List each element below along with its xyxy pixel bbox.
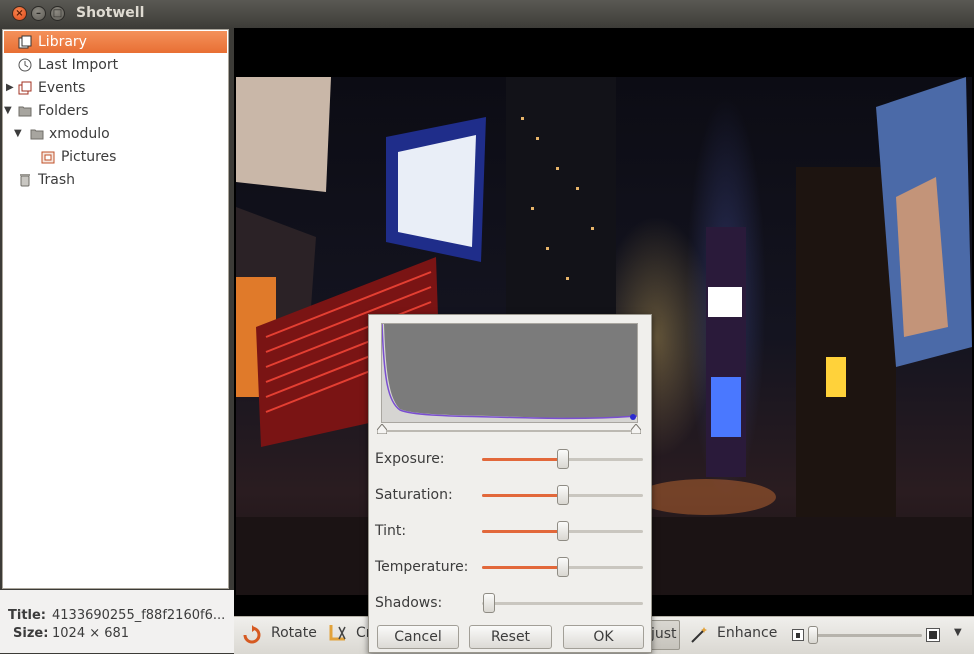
crop-icon[interactable] bbox=[327, 623, 349, 645]
collapse-arrow-icon[interactable]: ▼ bbox=[14, 123, 22, 145]
clock-icon bbox=[18, 58, 32, 72]
collapse-arrow-icon[interactable]: ▼ bbox=[4, 100, 12, 122]
size-key: Size: bbox=[13, 626, 49, 641]
exposure-label: Exposure: bbox=[375, 451, 445, 467]
minimize-window-button[interactable]: – bbox=[31, 6, 46, 21]
zoom-in-icon[interactable] bbox=[926, 628, 940, 642]
size-value: 1024 × 681 bbox=[52, 626, 130, 641]
sidebar-item-events[interactable]: ▶ Events bbox=[3, 77, 226, 99]
temperature-thumb[interactable] bbox=[557, 557, 569, 577]
enhance-button[interactable]: Enhance bbox=[717, 625, 777, 641]
exposure-thumb[interactable] bbox=[557, 449, 569, 469]
temperature-label: Temperature: bbox=[375, 559, 469, 575]
folder-icon bbox=[30, 129, 44, 140]
title-bar: × – □ Shotwell bbox=[0, 0, 974, 28]
rotate-button[interactable]: Rotate bbox=[271, 625, 317, 641]
rotate-icon[interactable] bbox=[242, 625, 262, 645]
tint-thumb[interactable] bbox=[557, 521, 569, 541]
adjust-dialog: Exposure: Saturation: Tint: Temperature:… bbox=[368, 314, 652, 653]
exposure-slider[interactable] bbox=[482, 449, 643, 469]
ok-button[interactable]: OK bbox=[563, 625, 644, 649]
pictures-folder-icon bbox=[41, 151, 55, 164]
saturation-label: Saturation: bbox=[375, 487, 453, 503]
trash-icon bbox=[20, 174, 30, 187]
tint-fill bbox=[482, 530, 563, 533]
tint-label: Tint: bbox=[375, 523, 407, 539]
saturation-slider[interactable] bbox=[482, 485, 643, 505]
toolbar-overflow-arrow-icon[interactable]: ▼ bbox=[954, 627, 962, 638]
window-title: Shotwell bbox=[76, 5, 145, 21]
photo-info-panel: Title: 4133690255_f88f2160f6... Size: 10… bbox=[0, 590, 234, 653]
sidebar-item-trash[interactable]: Trash bbox=[3, 169, 226, 191]
shadows-thumb[interactable] bbox=[483, 593, 495, 613]
sidebar-item-label: xmodulo bbox=[49, 126, 110, 142]
reset-button[interactable]: Reset bbox=[469, 625, 552, 649]
adjust-button-label: just bbox=[651, 626, 677, 642]
sidebar-item-pictures[interactable]: Pictures bbox=[3, 146, 226, 168]
saturation-thumb[interactable] bbox=[557, 485, 569, 505]
saturation-fill bbox=[482, 494, 563, 497]
exposure-fill bbox=[482, 458, 563, 461]
sidebar-item-label: Library bbox=[38, 34, 87, 50]
events-icon bbox=[18, 81, 32, 95]
zoom-slider-thumb[interactable] bbox=[808, 626, 818, 644]
sidebar-item-label: Folders bbox=[38, 103, 89, 119]
title-value: 4133690255_f88f2160f6... bbox=[52, 608, 226, 623]
expand-arrow-icon[interactable]: ▶ bbox=[6, 77, 14, 99]
title-key: Title: bbox=[8, 608, 47, 623]
folder-icon bbox=[18, 106, 32, 117]
cancel-button[interactable]: Cancel bbox=[377, 625, 459, 649]
histogram-right-handle[interactable] bbox=[631, 424, 641, 434]
adjust-button[interactable]: just bbox=[648, 620, 680, 650]
temperature-fill bbox=[482, 566, 563, 569]
maximize-window-button[interactable]: □ bbox=[50, 6, 65, 21]
tint-slider[interactable] bbox=[482, 521, 643, 541]
histogram-range bbox=[381, 430, 638, 432]
histogram-graph bbox=[382, 324, 637, 420]
zoom-slider[interactable] bbox=[808, 626, 922, 644]
sidebar-item-label: Last Import bbox=[38, 57, 119, 73]
library-icon bbox=[18, 35, 32, 49]
close-window-button[interactable]: × bbox=[12, 6, 27, 21]
sidebar-item-folders[interactable]: ▼ Folders bbox=[3, 100, 226, 122]
sidebar: Library Last Import ▶ Events ▼ Folders ▼… bbox=[2, 29, 229, 589]
histogram bbox=[381, 323, 638, 423]
sidebar-item-last-import[interactable]: Last Import bbox=[3, 54, 226, 76]
sidebar-item-label: Events bbox=[38, 80, 86, 96]
sidebar-item-label: Pictures bbox=[61, 149, 117, 165]
enhance-wand-icon[interactable] bbox=[689, 625, 709, 645]
sidebar-item-xmodulo[interactable]: ▼ xmodulo bbox=[3, 123, 226, 145]
sidebar-item-label: Trash bbox=[38, 172, 75, 188]
temperature-slider[interactable] bbox=[482, 557, 643, 577]
sidebar-item-library[interactable]: Library bbox=[4, 31, 227, 53]
shadows-label: Shadows: bbox=[375, 595, 443, 611]
histogram-left-handle[interactable] bbox=[377, 424, 387, 434]
shadows-slider[interactable] bbox=[482, 593, 643, 613]
zoom-out-icon[interactable] bbox=[792, 629, 804, 641]
